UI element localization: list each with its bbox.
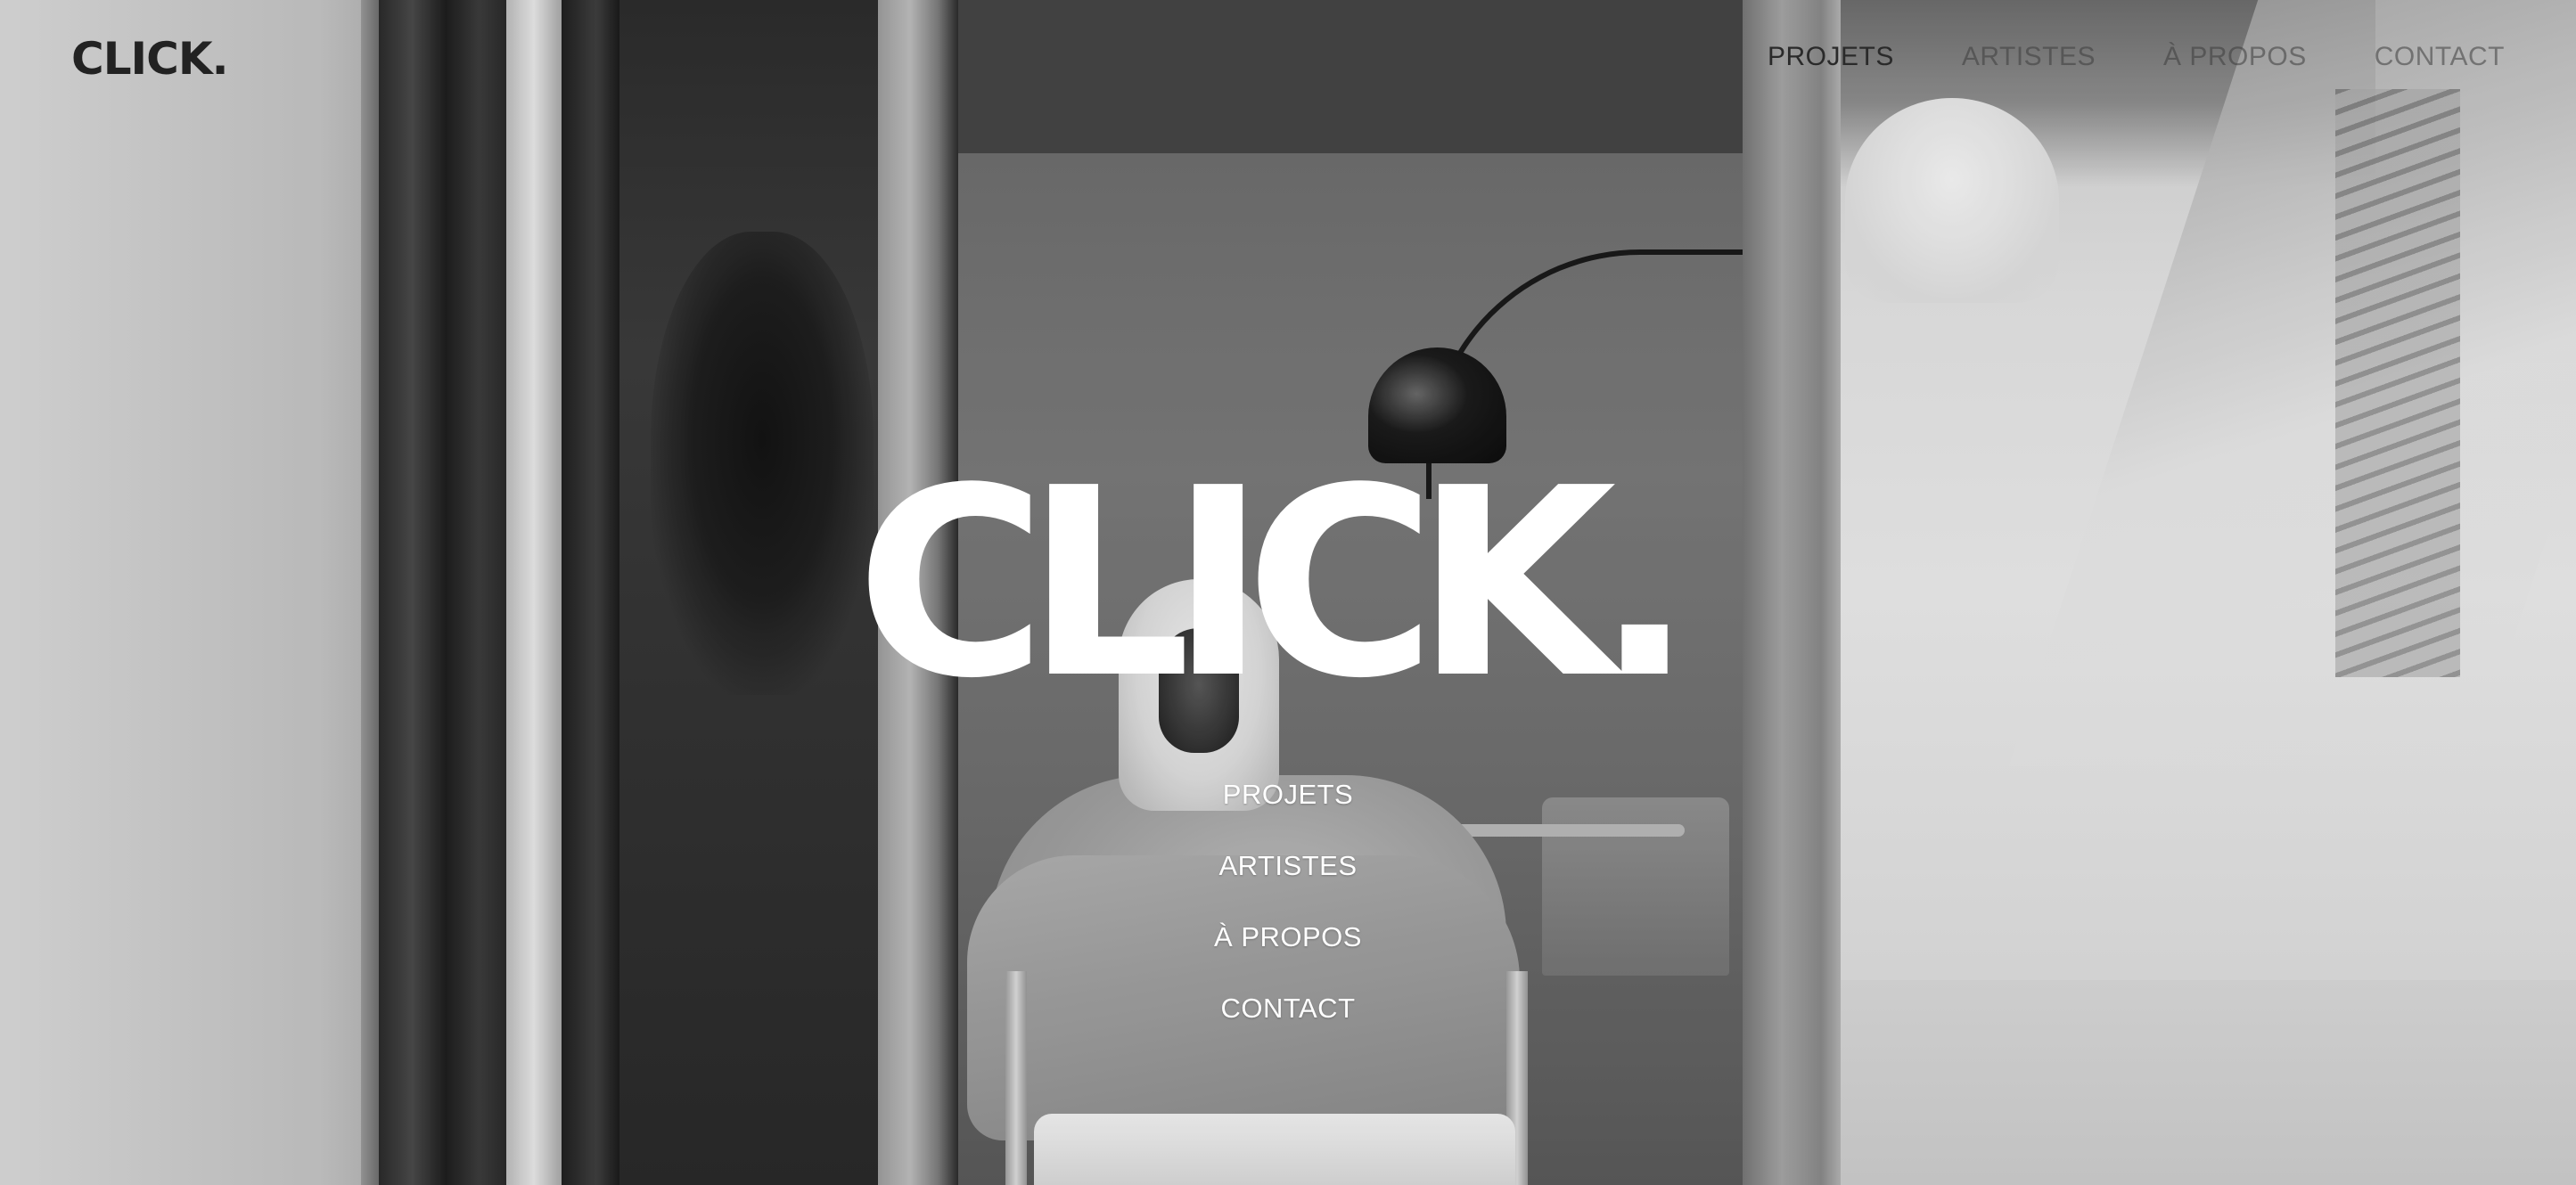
nav-link-a-propos[interactable]: À PROPOS (2163, 39, 2307, 75)
landing-page: CLICK. PROJETS ARTISTES À PROPOS CONTACT… (0, 0, 2576, 1185)
nav-link-artistes[interactable]: ARTISTES (1962, 39, 2096, 75)
nav-link-projets[interactable]: PROJETS (1768, 39, 1894, 75)
header-logo[interactable]: CLICK. (71, 32, 229, 86)
hero-menu-projets[interactable]: PROJETS (1223, 775, 1353, 814)
nav-link-contact[interactable]: CONTACT (2375, 39, 2505, 75)
hero-menu-a-propos[interactable]: À PROPOS (1214, 918, 1362, 957)
hero-menu-artistes[interactable]: ARTISTES (1218, 846, 1357, 886)
hero-menu-contact[interactable]: CONTACT (1220, 989, 1355, 1028)
hero-logo: CLICK. (856, 432, 1694, 735)
top-navigation: PROJETS ARTISTES À PROPOS CONTACT (1768, 39, 2505, 75)
hero-menu: PROJETS ARTISTES À PROPOS CONTACT (1110, 775, 1466, 1028)
